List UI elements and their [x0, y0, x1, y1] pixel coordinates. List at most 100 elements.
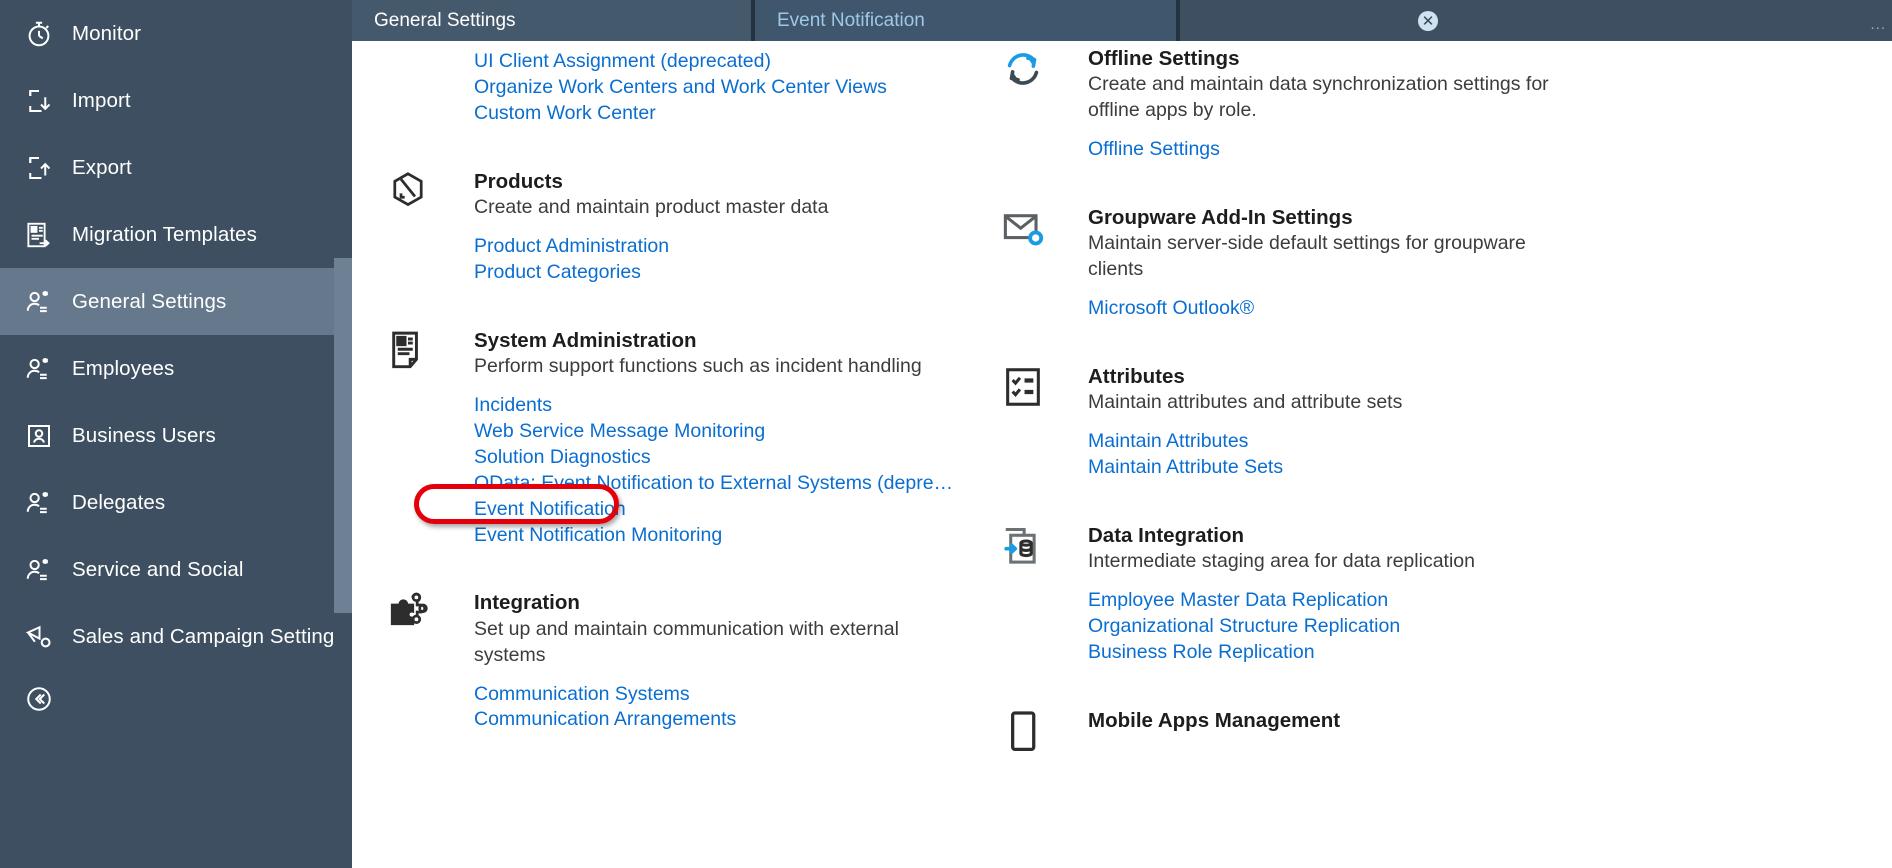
collapse-left-icon — [16, 684, 62, 714]
settings-groups: UI Client Assignment (deprecated) Organi… — [352, 41, 1892, 751]
sidebar-collapse-button[interactable] — [0, 670, 334, 728]
link-event-notification-monitoring[interactable]: Event Notification Monitoring — [474, 523, 952, 549]
right-column: Offline Settings Create and maintain dat… — [952, 41, 1852, 751]
sidebar-item-employees[interactable]: Employees — [0, 335, 334, 402]
sidebar-item-import[interactable]: Import — [0, 67, 334, 134]
group-title: Data Integration — [1088, 524, 1245, 547]
group-body: Groupware Add-In Settings Maintain serve… — [1000, 205, 1852, 322]
group-data-integration: Data Integration Intermediate staging ar… — [1000, 523, 1852, 666]
link-organizational-structure-replication[interactable]: Organizational Structure Replication — [1088, 614, 1852, 640]
link-maintain-attributes[interactable]: Maintain Attributes — [1088, 429, 1852, 455]
link-communication-systems[interactable]: Communication Systems — [474, 682, 952, 708]
link-event-notification[interactable]: Event Notification — [474, 497, 952, 523]
sidebar-item-label: Delegates — [72, 490, 166, 514]
user-settings-icon — [16, 354, 62, 384]
sidebar-item-general-settings[interactable]: General Settings — [0, 268, 334, 335]
link-incidents[interactable]: Incidents — [474, 393, 952, 419]
mobile-device-icon — [1000, 708, 1060, 766]
link-communication-arrangements[interactable]: Communication Arrangements — [474, 707, 952, 733]
sidebar-item-business-users[interactable]: Business Users — [0, 402, 334, 469]
link-maintain-attribute-sets[interactable]: Maintain Attribute Sets — [1088, 455, 1852, 481]
group-description: Create and maintain data synchronization… — [1088, 73, 1549, 122]
group-description: Maintain server-side default settings fo… — [1088, 232, 1526, 281]
main-content: UI Client Assignment (deprecated) Organi… — [352, 41, 1892, 868]
tab-label: Event Notification — [777, 9, 925, 31]
group-cut-heading — [386, 41, 952, 49]
sidebar-item-label: Monitor — [72, 21, 142, 45]
group-body: Integration Set up and maintain communic… — [386, 590, 952, 733]
megaphone-gear-icon — [16, 622, 62, 652]
left-sidebar: Monitor Import Export Migration Template… — [0, 0, 334, 868]
overflow-dots-icon[interactable]: ... — [1870, 16, 1886, 33]
sync-refresh-icon — [1000, 46, 1060, 104]
link-odata-event-notification[interactable]: OData: Event Notification to External Sy… — [474, 471, 953, 497]
sidebar-item-sales-and-campaign-settings[interactable]: Sales and Campaign Settings — [0, 603, 334, 670]
group-links: UI Client Assignment (deprecated) Organi… — [474, 49, 952, 127]
link-product-administration[interactable]: Product Administration — [474, 234, 952, 260]
link-employee-master-data-replication[interactable]: Employee Master Data Replication — [1088, 588, 1852, 614]
puzzle-icon — [386, 590, 446, 648]
group-title: System Administration — [474, 328, 697, 352]
sidebar-item-delegates[interactable]: Delegates — [0, 469, 334, 536]
tab-label: General Settings — [374, 9, 516, 31]
sidebar-item-label: Employees — [72, 356, 175, 380]
group-links: Incidents Web Service Message Monitoring… — [474, 393, 953, 549]
group-title: Products — [474, 169, 563, 193]
left-column: UI Client Assignment (deprecated) Organi… — [352, 41, 953, 734]
export-icon — [16, 153, 62, 183]
sidebar-item-migration-templates[interactable]: Migration Templates — [0, 201, 334, 268]
overflow-glyph: ... — [1870, 16, 1886, 33]
group-links: Offline Settings — [1088, 137, 1852, 163]
stopwatch-icon — [16, 19, 62, 49]
import-icon — [16, 86, 62, 116]
sidebar-item-label: Export — [72, 155, 132, 179]
user-card-icon — [16, 421, 62, 451]
link-custom-work-center[interactable]: Custom Work Center — [474, 101, 952, 127]
tab-event-notification[interactable]: Event Notification — [755, 0, 1176, 41]
link-ui-client-assignment[interactable]: UI Client Assignment (deprecated) — [474, 49, 952, 75]
migration-template-icon — [16, 220, 62, 250]
link-offline-settings[interactable]: Offline Settings — [1088, 137, 1852, 163]
group-body: UI Client Assignment (deprecated) Organi… — [386, 49, 952, 127]
link-business-role-replication[interactable]: Business Role Replication — [1088, 640, 1852, 666]
link-solution-diagnostics[interactable]: Solution Diagnostics — [474, 445, 952, 471]
group-title: Offline Settings — [1088, 47, 1240, 70]
link-product-categories[interactable]: Product Categories — [474, 260, 952, 286]
user-settings-icon — [16, 287, 62, 317]
user-settings-icon — [16, 488, 62, 518]
sidebar-item-monitor[interactable]: Monitor — [0, 0, 334, 67]
link-organize-work-centers[interactable]: Organize Work Centers and Work Center Vi… — [474, 75, 952, 101]
close-icon[interactable]: ✕ — [1418, 11, 1438, 31]
sidebar-item-service-and-social[interactable]: Service and Social — [0, 536, 334, 603]
sidebar-scroll-thumb[interactable] — [334, 258, 352, 613]
group-body: Offline Settings Create and maintain dat… — [1000, 46, 1852, 163]
group-body: Mobile Apps Management — [1000, 708, 1852, 734]
sidebar-item-export[interactable]: Export — [0, 134, 334, 201]
tab-general-settings[interactable]: General Settings — [352, 0, 755, 41]
group-description: Set up and maintain communication with e… — [474, 617, 899, 666]
group-body: Attributes Maintain attributes and attri… — [1000, 364, 1852, 481]
tab-bar: General Settings Event Notification ✕ ..… — [352, 0, 1892, 41]
data-staging-icon — [1000, 523, 1060, 581]
group-groupware-add-in-settings: Groupware Add-In Settings Maintain serve… — [1000, 205, 1852, 322]
group-integration: Integration Set up and maintain communic… — [386, 590, 952, 733]
group-products: Products Create and maintain product mas… — [386, 169, 952, 286]
group-attributes: Attributes Maintain attributes and attri… — [1000, 364, 1852, 481]
tab-divider — [1176, 0, 1180, 41]
link-web-service-message-monitoring[interactable]: Web Service Message Monitoring — [474, 419, 952, 445]
link-microsoft-outlook[interactable]: Microsoft Outlook® — [1088, 296, 1852, 322]
group-description: Perform support functions such as incide… — [474, 355, 922, 377]
sidebar-item-label: General Settings — [72, 289, 227, 313]
group-links: Microsoft Outlook® — [1088, 296, 1852, 322]
group-links: Employee Master Data Replication Organiz… — [1088, 588, 1852, 666]
group-body: System Administration Perform support fu… — [386, 328, 953, 549]
group-links: Communication Systems Communication Arra… — [474, 682, 952, 734]
group-description: Create and maintain product master data — [474, 196, 829, 218]
system-admin-icon — [386, 328, 446, 386]
